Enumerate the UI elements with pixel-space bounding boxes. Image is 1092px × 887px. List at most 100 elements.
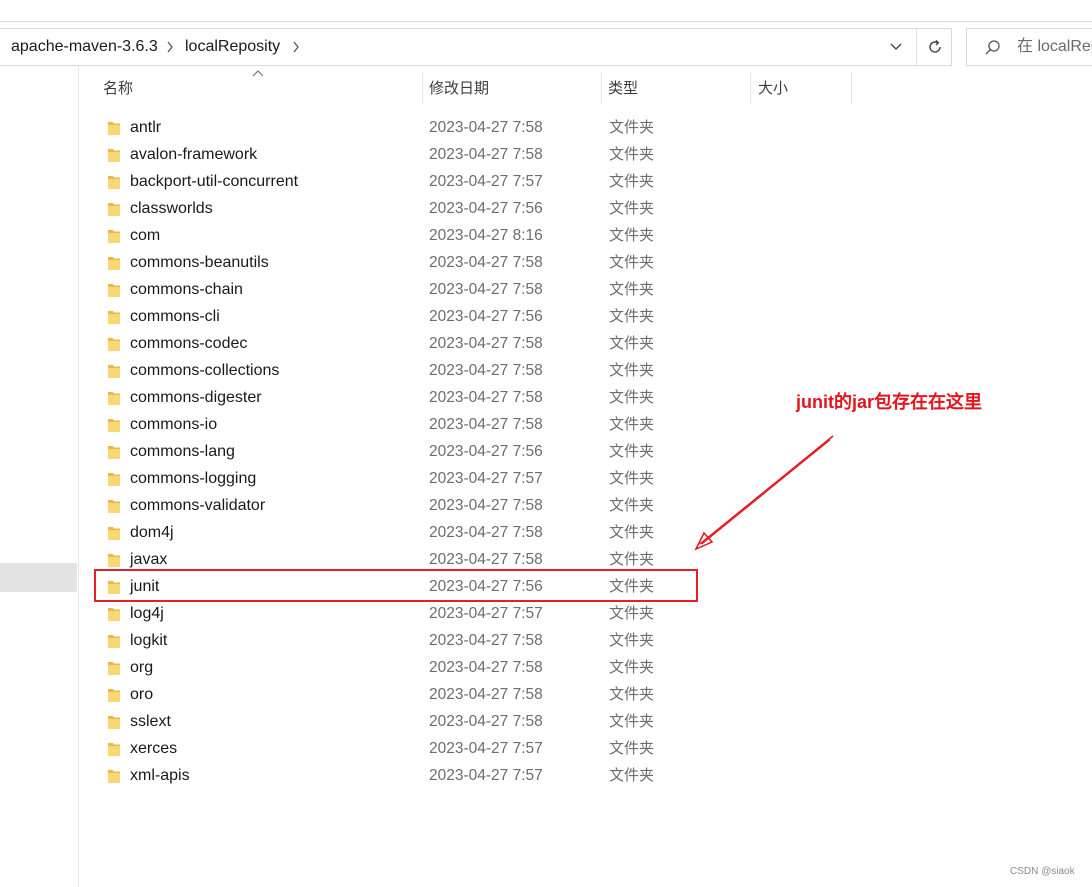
file-row[interactable]: commons-collections 2023-04-27 7:58 文件夹 [98, 357, 698, 384]
file-name[interactable]: avalon-framework [130, 141, 257, 168]
file-row[interactable]: com 2023-04-27 8:16 文件夹 [98, 222, 698, 249]
refresh-button[interactable] [916, 29, 952, 65]
file-modified-date: 2023-04-27 7:56 [429, 443, 543, 460]
file-type: 文件夹 [609, 443, 655, 460]
file-type: 文件夹 [609, 416, 655, 433]
file-row[interactable]: backport-util-concurrent 2023-04-27 7:57 文… [98, 168, 698, 195]
file-type: 文件夹 [609, 389, 655, 406]
file-name[interactable]: xerces [130, 735, 177, 762]
folder-icon [108, 338, 120, 351]
file-name[interactable]: commons-cli [130, 303, 220, 330]
folder-icon [108, 527, 120, 540]
file-name[interactable]: antlr [130, 114, 161, 141]
file-name[interactable]: commons-collections [130, 357, 279, 384]
folder-icon [108, 608, 120, 621]
file-name[interactable]: org [130, 654, 153, 681]
file-modified-date: 2023-04-27 7:58 [429, 146, 543, 163]
breadcrumb-item-localreposity[interactable]: localReposity [185, 29, 280, 65]
chevron-right-icon[interactable] [166, 29, 174, 65]
file-name[interactable]: oro [130, 681, 153, 708]
file-row[interactable]: dom4j 2023-04-27 7:58 文件夹 [98, 519, 698, 546]
file-name[interactable]: sslext [130, 708, 171, 735]
file-name[interactable]: xml-apis [130, 762, 190, 789]
file-row[interactable]: logkit 2023-04-27 7:58 文件夹 [98, 627, 698, 654]
file-modified-date: 2023-04-27 7:57 [429, 740, 543, 757]
file-name[interactable]: com [130, 222, 160, 249]
column-header-name[interactable]: 名称 [97, 72, 423, 104]
file-name[interactable]: commons-logging [130, 465, 256, 492]
file-type: 文件夹 [609, 335, 655, 352]
search-icon [985, 40, 1000, 55]
file-row[interactable]: commons-lang 2023-04-27 7:56 文件夹 [98, 438, 698, 465]
file-row[interactable]: org 2023-04-27 7:58 文件夹 [98, 654, 698, 681]
file-name[interactable]: logkit [130, 627, 167, 654]
file-type: 文件夹 [609, 686, 655, 703]
file-type: 文件夹 [609, 254, 655, 271]
file-row[interactable]: antlr 2023-04-27 7:58 文件夹 [98, 114, 698, 141]
refresh-icon [928, 40, 941, 53]
file-name[interactable]: log4j [130, 600, 164, 627]
breadcrumb-item-maven[interactable]: apache-maven-3.6.3 [11, 29, 158, 65]
file-row[interactable]: commons-codec 2023-04-27 7:58 文件夹 [98, 330, 698, 357]
file-modified-date: 2023-04-27 7:57 [429, 605, 543, 622]
file-row[interactable]: commons-validator 2023-04-27 7:58 文件夹 [98, 492, 698, 519]
column-header-type[interactable]: 类型 [602, 72, 750, 104]
file-type: 文件夹 [609, 362, 655, 379]
file-row[interactable]: classworlds 2023-04-27 7:56 文件夹 [98, 195, 698, 222]
file-row[interactable]: xerces 2023-04-27 7:57 文件夹 [98, 735, 698, 762]
annotation-arrow [694, 435, 834, 551]
file-name[interactable]: commons-digester [130, 384, 262, 411]
file-row[interactable]: commons-chain 2023-04-27 7:58 文件夹 [98, 276, 698, 303]
file-name[interactable]: commons-lang [130, 438, 235, 465]
folder-icon [108, 392, 120, 405]
file-modified-date: 2023-04-27 7:58 [429, 416, 543, 433]
file-name[interactable]: classworlds [130, 195, 213, 222]
chevron-right-icon[interactable] [292, 29, 300, 65]
file-row[interactable]: commons-beanutils 2023-04-27 7:58 文件夹 [98, 249, 698, 276]
file-modified-date: 2023-04-27 7:58 [429, 335, 543, 352]
file-row[interactable]: commons-logging 2023-04-27 7:57 文件夹 [98, 465, 698, 492]
file-type: 文件夹 [609, 470, 655, 487]
file-name[interactable]: commons-validator [130, 492, 265, 519]
folder-icon [108, 149, 120, 162]
file-name[interactable]: commons-codec [130, 330, 247, 357]
address-bar[interactable]: apache-maven-3.6.3 localReposity [0, 28, 952, 66]
file-type: 文件夹 [609, 119, 655, 136]
file-row[interactable]: commons-digester 2023-04-27 7:58 文件夹 [98, 384, 698, 411]
file-modified-date: 2023-04-27 7:58 [429, 281, 543, 298]
column-header-modified[interactable]: 修改日期 [423, 72, 601, 104]
file-name[interactable]: commons-chain [130, 276, 243, 303]
search-input[interactable]: 在 localRepository 中搜索 [1017, 29, 1092, 65]
file-row[interactable]: xml-apis 2023-04-27 7:57 文件夹 [98, 762, 698, 789]
file-modified-date: 2023-04-27 7:56 [429, 200, 543, 217]
file-row[interactable]: sslext 2023-04-27 7:58 文件夹 [98, 708, 698, 735]
file-type: 文件夹 [609, 740, 655, 757]
file-modified-date: 2023-04-27 8:16 [429, 227, 543, 244]
file-modified-date: 2023-04-27 7:57 [429, 173, 543, 190]
column-header-size[interactable]: 大小 [752, 72, 850, 104]
file-name[interactable]: commons-beanutils [130, 249, 269, 276]
navigation-pane[interactable] [0, 66, 79, 887]
file-row[interactable]: commons-cli 2023-04-27 7:56 文件夹 [98, 303, 698, 330]
nav-selected-item[interactable] [0, 563, 77, 592]
folder-icon [108, 689, 120, 702]
file-type: 文件夹 [609, 200, 655, 217]
file-row[interactable]: log4j 2023-04-27 7:57 文件夹 [98, 600, 698, 627]
file-name[interactable]: dom4j [130, 519, 174, 546]
file-name[interactable]: commons-io [130, 411, 217, 438]
file-modified-date: 2023-04-27 7:58 [429, 119, 543, 136]
file-type: 文件夹 [609, 632, 655, 649]
file-type: 文件夹 [609, 173, 655, 190]
file-name[interactable]: backport-util-concurrent [130, 168, 298, 195]
file-row[interactable]: oro 2023-04-27 7:58 文件夹 [98, 681, 698, 708]
chevron-down-icon[interactable] [884, 29, 908, 65]
column-divider[interactable] [750, 72, 751, 104]
file-modified-date: 2023-04-27 7:58 [429, 659, 543, 676]
search-box[interactable]: 在 localRepository 中搜索 [966, 28, 1092, 66]
file-type: 文件夹 [609, 524, 655, 541]
folder-icon [108, 446, 120, 459]
folder-icon [108, 743, 120, 756]
file-row[interactable]: commons-io 2023-04-27 7:58 文件夹 [98, 411, 698, 438]
file-row[interactable]: avalon-framework 2023-04-27 7:58 文件夹 [98, 141, 698, 168]
column-divider[interactable] [851, 72, 852, 104]
